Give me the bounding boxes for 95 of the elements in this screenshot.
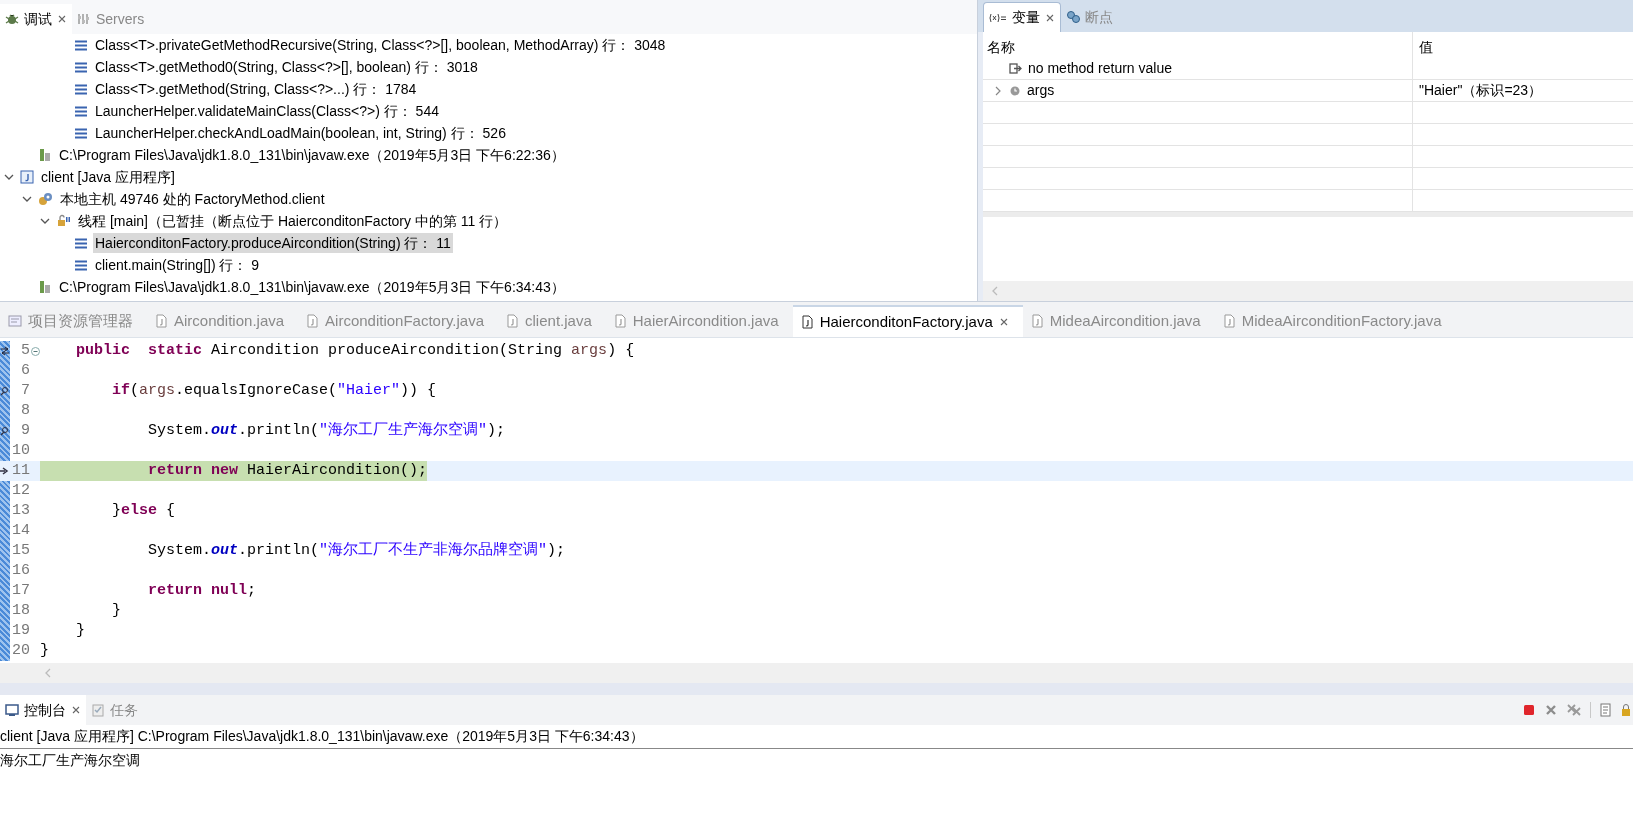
document-icon[interactable] <box>1599 703 1613 717</box>
horizontal-scrollbar[interactable] <box>983 281 1633 301</box>
return-value-icon <box>1009 62 1022 75</box>
line-number: 11 <box>12 461 30 479</box>
variable-value: "Haier"（标识=23） <box>1419 81 1543 100</box>
expanded-chevron-icon[interactable] <box>4 172 14 182</box>
close-icon[interactable] <box>71 705 81 715</box>
line-number: 13 <box>12 501 30 519</box>
java-file-icon <box>613 314 627 328</box>
tree-item[interactable]: C:\Program Files\Java\jdk1.8.0_131\bin\javaw.exe（2019年5月3日 下午6:22:36） <box>57 145 567 165</box>
line-number: 17 <box>12 581 30 599</box>
java-file-icon <box>1030 314 1044 328</box>
stack-frame-icon <box>74 258 88 272</box>
line-number: 14 <box>12 521 30 539</box>
code-line: return null; <box>147 581 257 601</box>
tree-item[interactable]: LauncherHelper.validateMainClass(Class<?>) 行： 544 <box>93 101 441 121</box>
line-number: 18 <box>12 601 30 619</box>
launch-icon <box>20 170 34 184</box>
expanded-chevron-icon[interactable] <box>40 216 50 226</box>
java-file-icon <box>1222 314 1236 328</box>
code-line: } <box>40 641 49 661</box>
java-file-icon <box>800 315 814 329</box>
stop-icon[interactable] <box>1522 703 1536 717</box>
stack-frame-icon <box>74 104 88 118</box>
line-number: 16 <box>12 561 30 579</box>
marker-icon <box>0 386 10 396</box>
line-number: 15 <box>12 541 30 559</box>
view-tab[interactable]: 变量 <box>983 2 1061 32</box>
code-line: }else { <box>111 501 176 521</box>
code-line: if(args.equalsIgnoreCase("Haier")) { <box>111 381 437 401</box>
line-number: 6 <box>21 361 30 379</box>
code-line: } <box>75 621 85 641</box>
line-number: 5 <box>21 341 30 359</box>
thread-icon <box>56 214 71 228</box>
servers-icon <box>77 12 91 26</box>
line-number: 19 <box>12 621 30 639</box>
java-file-icon <box>155 314 168 328</box>
close-icon[interactable] <box>57 14 67 24</box>
tree-item[interactable]: C:\Program Files\Java\jdk1.8.0_131\bin\javaw.exe（2019年5月3日 下午6:34:43） <box>57 277 567 297</box>
tree-item[interactable]: LauncherHelper.checkAndLoadMain(boolean, int, String) 行： 526 <box>93 123 508 143</box>
java-file-icon <box>306 314 320 328</box>
bug-icon <box>5 12 19 26</box>
stack-frame-icon <box>74 60 88 74</box>
line-number: 8 <box>21 401 30 419</box>
local-variable-icon <box>1009 84 1021 97</box>
column-header[interactable]: 值 <box>1419 37 1433 58</box>
tree-item[interactable]: client.main(String[]) 行： 9 <box>93 255 262 275</box>
editor-tab[interactable]: HaierconditonFactory.java <box>792 305 1023 337</box>
fold-icon[interactable] <box>30 346 40 356</box>
process-icon <box>38 280 52 294</box>
java-file-icon <box>506 314 520 328</box>
tree-item[interactable]: client [Java 应用程序] <box>39 167 177 187</box>
column-header[interactable]: 名称 <box>987 37 1015 58</box>
close-icon[interactable] <box>1045 12 1055 23</box>
variable-name: no method return value <box>1028 59 1172 78</box>
remove-icon[interactable] <box>1544 703 1558 717</box>
code-line: } <box>111 601 121 621</box>
stack-frame-icon <box>74 82 88 96</box>
remove-all-icon[interactable] <box>1566 703 1582 717</box>
marker-icon <box>0 426 10 436</box>
stack-frame-icon <box>74 236 88 250</box>
console-icon <box>5 703 19 717</box>
tree-item[interactable]: 本地主机 49746 处的 FactoryMethod.client <box>58 189 327 209</box>
instruction-pointer-icon <box>0 466 10 476</box>
line-number: 20 <box>12 641 30 659</box>
console-header: client [Java 应用程序] C:\Program Files\Java\jdk1.8.0_131\bin\javaw.exe（2019年5月3日 下午6:34:43） <box>0 727 644 746</box>
tree-item[interactable]: Class<T>.getMethod(String, Class<?>...) 行： 1784 <box>93 79 419 99</box>
process-icon <box>38 148 52 162</box>
stack-frame-icon <box>74 38 88 52</box>
tree-item[interactable]: Class<T>.getMethod0(String, Class<?>[], boolean) 行： 3018 <box>93 57 480 77</box>
view-tab[interactable]: 控制台 <box>0 695 86 725</box>
line-number: 10 <box>12 441 30 459</box>
lock-icon[interactable] <box>1621 703 1631 717</box>
line-number: 9 <box>21 421 30 439</box>
code-line: System.out.println("海尔工厂生产海尔空调"); <box>147 421 506 441</box>
tree-item[interactable]: HaierconditonFactory.produceAircondition(String) 行： 11 <box>93 233 453 253</box>
variable-name: args <box>1027 81 1055 100</box>
close-icon[interactable] <box>998 317 1009 327</box>
line-number: 12 <box>12 481 30 499</box>
tasks-icon <box>91 703 105 717</box>
console-output: 海尔工厂生产海尔空调 <box>0 750 140 770</box>
collapsed-chevron-icon[interactable] <box>993 85 1003 96</box>
code-line: System.out.println("海尔工厂不生产非海尔品牌空调"); <box>147 541 566 561</box>
stack-frame-icon <box>74 126 88 140</box>
gear-icon <box>38 192 53 206</box>
view-tab[interactable]: 调试 <box>0 4 72 34</box>
expanded-chevron-icon[interactable] <box>22 194 32 204</box>
horizontal-scrollbar[interactable] <box>0 663 1633 683</box>
override-icon <box>0 346 10 356</box>
line-number: 7 <box>21 381 30 399</box>
code-line: public static Aircondition produceAircondition(String args) { <box>75 341 635 361</box>
tree-item[interactable]: Class<T>.privateGetMethodRecursive(String, Class<?>[], boolean, MethodArray) 行： 3048 <box>93 35 668 55</box>
breakpoints-icon <box>1066 10 1080 24</box>
tree-item[interactable]: 线程 [main]（已暂挂（断点位于 HaierconditonFactory 中的第 11 行） <box>76 211 510 231</box>
view-icon <box>8 314 22 328</box>
